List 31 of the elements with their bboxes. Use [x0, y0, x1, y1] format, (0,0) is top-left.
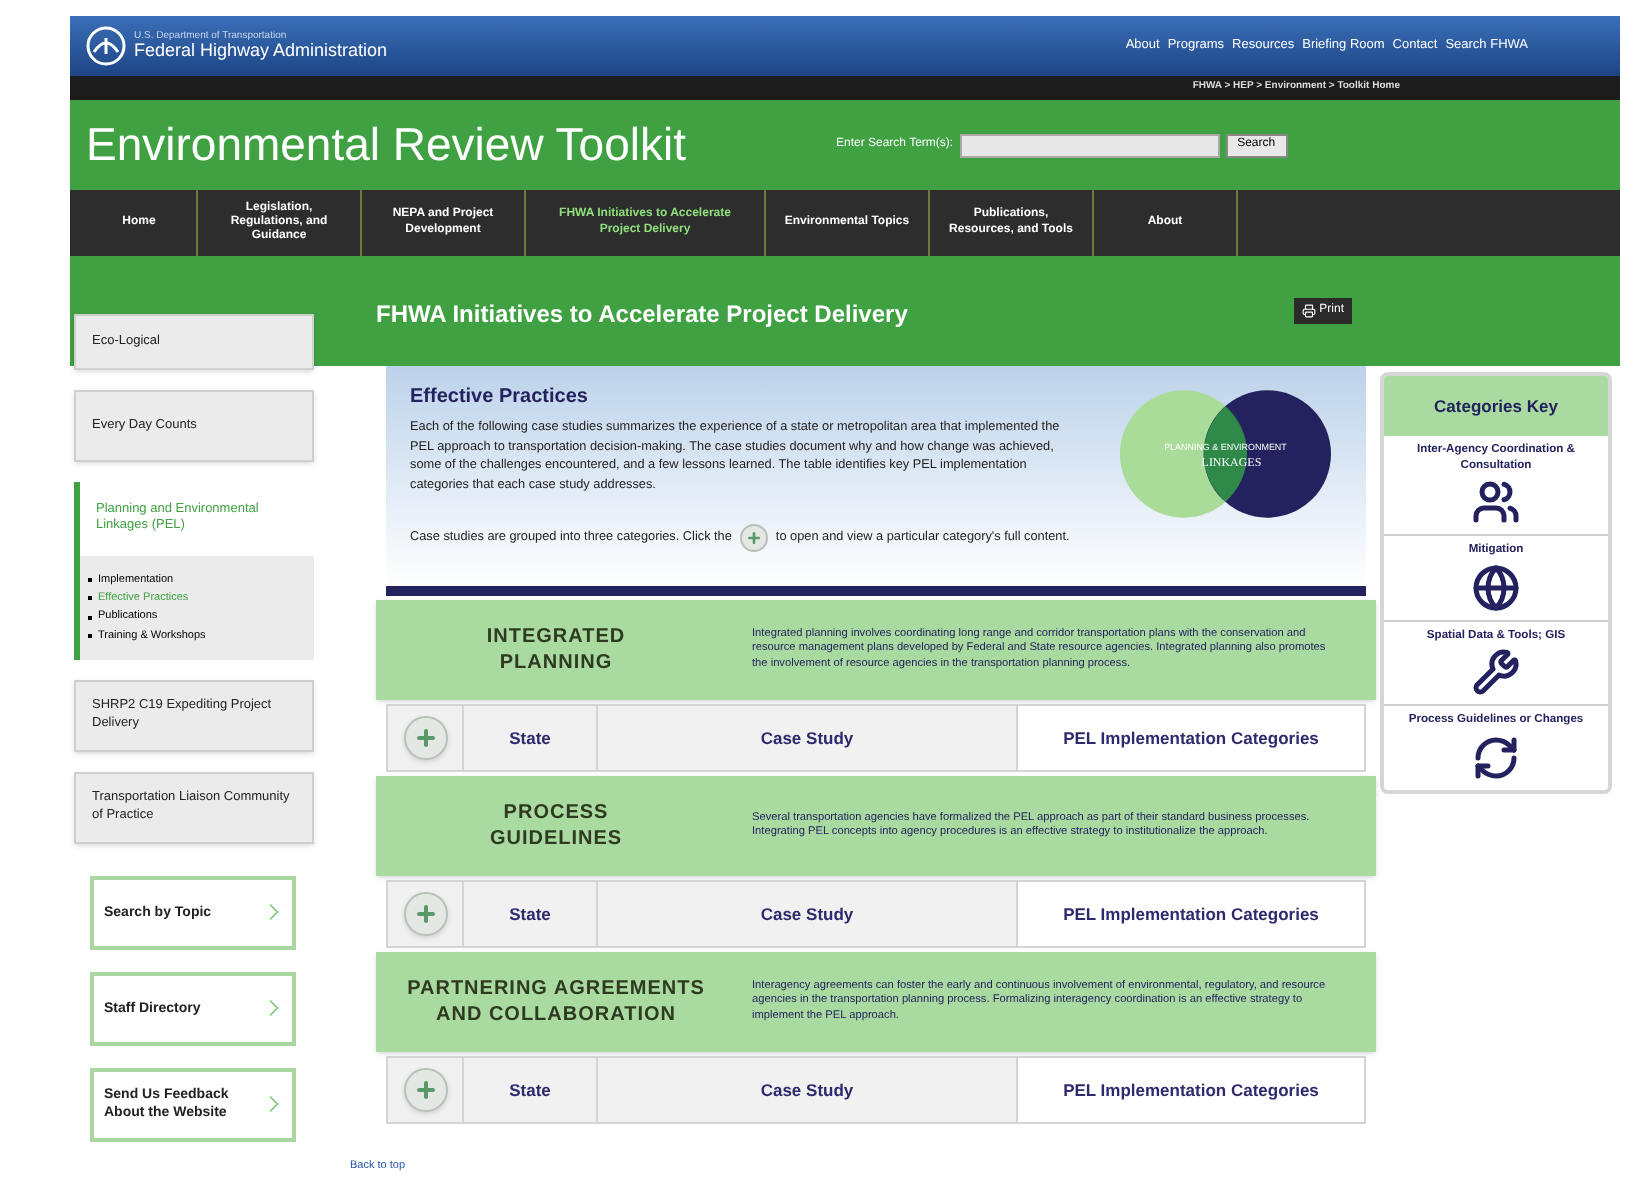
plus-icon: [413, 726, 437, 750]
site-title: Environmental Review Toolkit: [86, 116, 686, 175]
column-header: PEL Implementation Categories: [1018, 706, 1364, 770]
category-title: PLANNING: [499, 650, 613, 677]
search-field[interactable]: [959, 133, 1220, 157]
agency-logo-icon: [86, 26, 126, 66]
wrench-icon: [1472, 648, 1520, 697]
printer-icon: [1301, 303, 1316, 317]
category-title: AND COLLABORATION: [436, 1002, 676, 1029]
agency-name: Federal Highway Administration: [134, 42, 388, 60]
category-title: PROCESS: [503, 799, 609, 826]
column-header: PEL Implementation Categories: [1018, 1058, 1364, 1122]
column-header: State: [464, 1058, 598, 1122]
plus-icon: [413, 902, 437, 926]
column-header: PEL Implementation Categories: [1018, 882, 1364, 946]
key-title: Categories Key: [1434, 393, 1558, 419]
plus-icon: [413, 1078, 437, 1102]
people-icon: [1472, 478, 1520, 527]
expand-button[interactable]: [403, 716, 447, 760]
column-header: State: [464, 706, 598, 770]
globe-icon: [1472, 563, 1520, 612]
refresh-icon: [1472, 733, 1520, 782]
category-title: GUIDELINES: [489, 826, 623, 853]
expand-button[interactable]: [403, 892, 447, 936]
category-title: INTEGRATED: [486, 623, 626, 650]
intro-title: Effective Practices: [410, 384, 590, 412]
expand-button[interactable]: [403, 1068, 447, 1112]
category-title: PARTNERING AGREEMENTS: [407, 975, 705, 1002]
plus-icon: [739, 524, 768, 552]
column-header: State: [464, 882, 598, 946]
page-title: FHWA Initiatives to Accelerate Project Delivery: [376, 298, 908, 332]
